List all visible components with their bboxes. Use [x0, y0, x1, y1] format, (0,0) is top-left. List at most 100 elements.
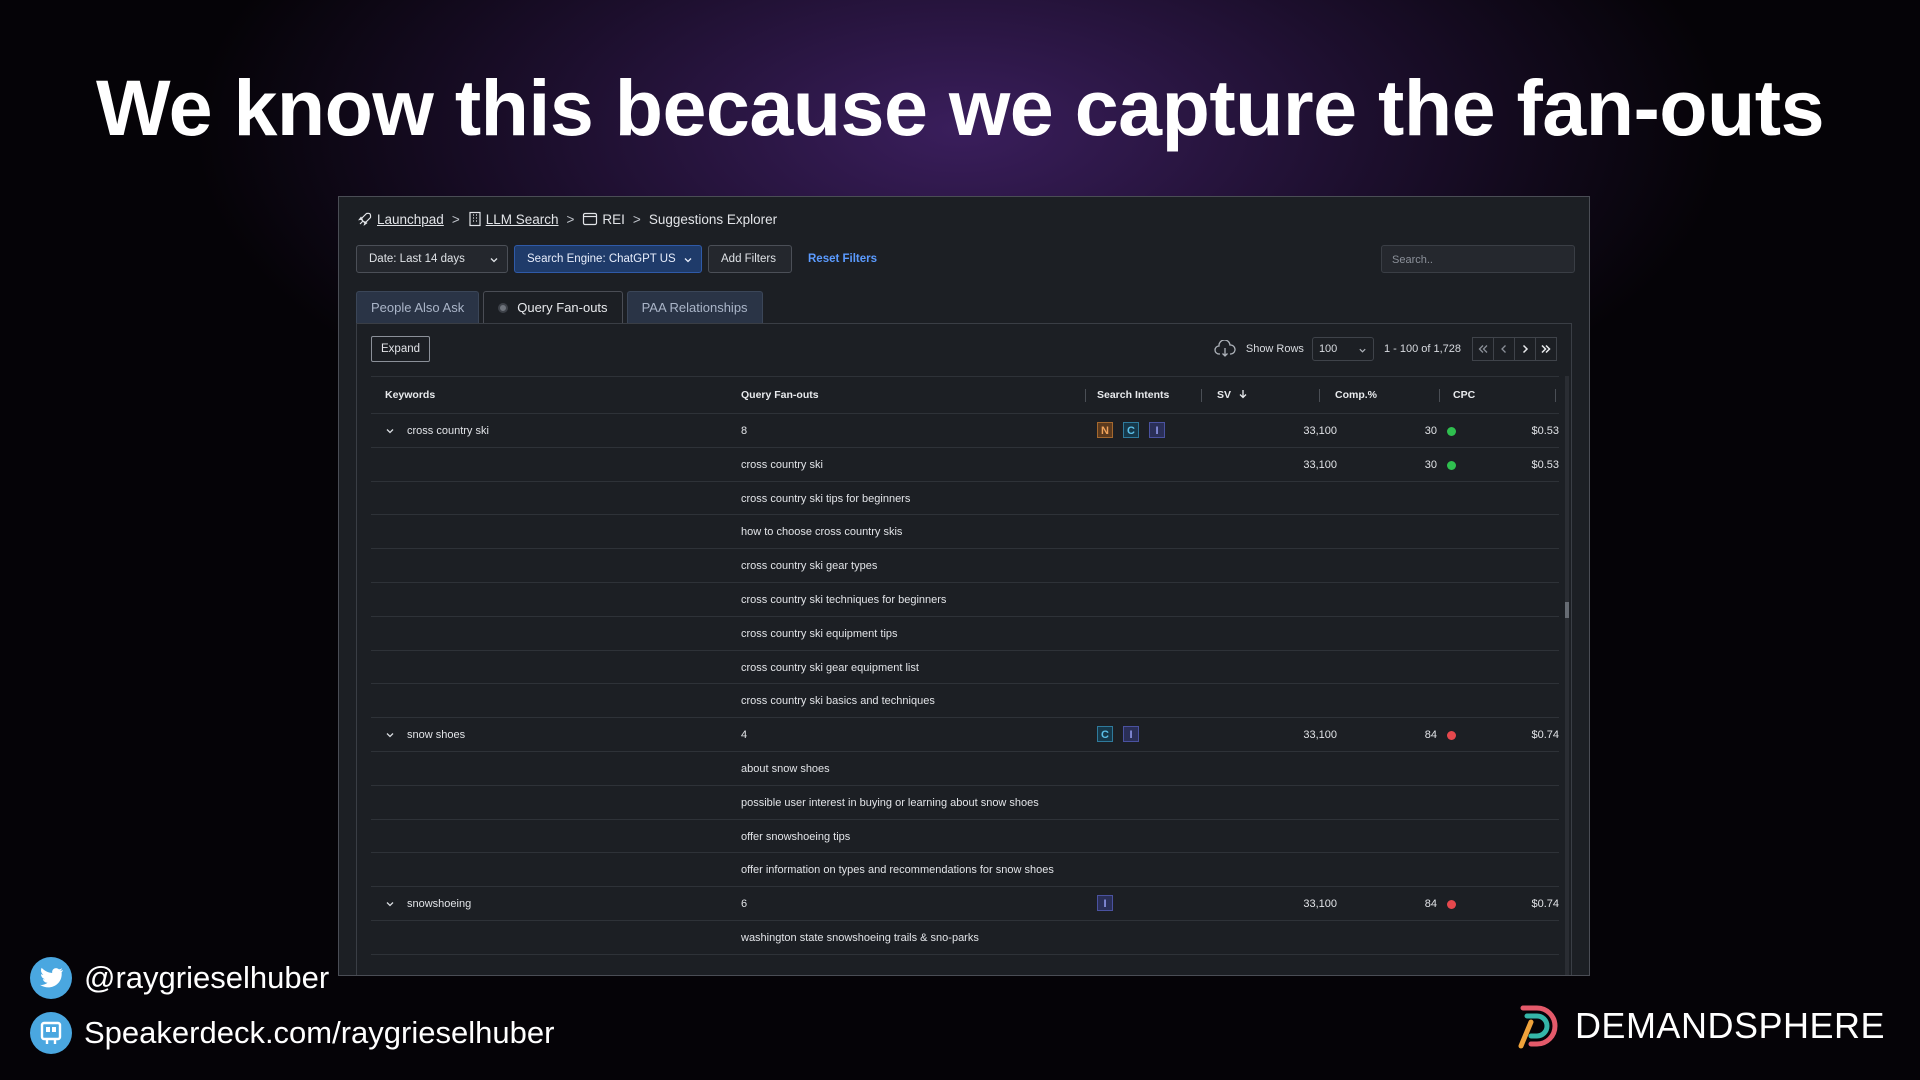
comp-cell: 30 — [1424, 425, 1437, 437]
table-row[interactable]: cross country ski 8 N C I 33,100 30 $0.53 — [371, 414, 1559, 448]
comp-cell: 84 — [1424, 729, 1437, 742]
double-chevron-left-icon — [1478, 345, 1488, 353]
chevron-down-icon — [490, 258, 498, 263]
col-comp[interactable]: Comp.% — [1335, 389, 1377, 401]
rocket-icon — [358, 212, 372, 226]
reset-filters-button[interactable]: Reset Filters — [808, 245, 877, 273]
last-page-button[interactable] — [1535, 337, 1557, 361]
speakerdeck-icon — [30, 1012, 72, 1054]
fanout-cell: offer information on types and recommend… — [741, 864, 1054, 877]
expand-button[interactable]: Expand — [371, 336, 431, 362]
cloud-download-icon[interactable] — [1214, 340, 1236, 358]
comp-cell: 84 — [1424, 898, 1437, 911]
first-page-button[interactable] — [1472, 337, 1494, 361]
chevron-down-icon[interactable] — [385, 730, 395, 740]
table-row: cross country ski tips for beginners — [371, 482, 1559, 516]
col-intents[interactable]: Search Intents — [1097, 389, 1169, 401]
breadcrumb-separator: > — [451, 211, 460, 227]
twitter-handle-text: @raygrieselhuber — [84, 960, 330, 995]
table-row: cross country ski gear equipment list — [371, 651, 1559, 685]
table-row[interactable]: snowshoeing 6 I 33,100 84 $0.74 — [371, 887, 1559, 921]
col-divider — [1555, 389, 1556, 402]
sv-cell: 33,100 — [1303, 729, 1337, 742]
fanout-cell: how to choose cross country skis — [741, 526, 903, 539]
table-row: cross country ski gear types — [371, 549, 1559, 583]
keyword-cell: cross country ski — [407, 425, 489, 437]
fanout-cell: possible user interest in buying or lear… — [741, 796, 1039, 809]
col-cpc[interactable]: CPC — [1453, 389, 1475, 401]
date-dropdown[interactable]: Date: Last 14 days — [356, 245, 508, 273]
tab-paa-relationships[interactable]: PAA Relationships — [626, 291, 763, 323]
fanout-cell: cross country ski tips for beginners — [741, 492, 911, 505]
twitter-handle: @raygrieselhuber — [30, 957, 329, 999]
slide-title: We know this because we capture the fan-… — [95, 63, 1825, 152]
brand-name: DEMANDSPHERE — [1574, 1005, 1885, 1046]
table-body: cross country ski 8 N C I 33,100 30 $0.53 cross … — [371, 414, 1559, 955]
building-icon — [469, 211, 481, 227]
next-page-button[interactable] — [1514, 337, 1536, 361]
pagination: Show Rows 100 1 - 100 of 1,728 — [1214, 336, 1557, 362]
table-row: cross country ski basics and techniques — [371, 684, 1559, 719]
double-chevron-right-icon — [1541, 344, 1551, 354]
arrow-down-icon — [1239, 390, 1247, 399]
add-filters-button[interactable]: Add Filters — [708, 245, 792, 273]
prev-page-button[interactable] — [1493, 337, 1515, 361]
page-range: 1 - 100 of 1,728 — [1383, 343, 1461, 355]
tab-query-fan-outs-label: Query Fan-outs — [517, 299, 608, 315]
table-row: cross country ski techniques for beginne… — [371, 583, 1559, 617]
show-rows-select[interactable]: 100 — [1311, 337, 1374, 361]
fanout-cell: cross country ski gear equipment list — [741, 661, 919, 674]
tab-query-fan-outs[interactable]: Query Fan-outs — [483, 291, 623, 323]
intent-badge-i: I — [1123, 726, 1139, 743]
breadcrumb-rei[interactable]: REI — [602, 212, 625, 227]
table-row: offer snowshoeing tips — [371, 820, 1559, 854]
scrollbar-thumb[interactable] — [1565, 602, 1569, 618]
comp-status-dot — [1447, 900, 1456, 910]
fanout-cell: cross country ski techniques for beginne… — [741, 593, 947, 606]
speakerdeck-text: Speakerdeck.com/raygrieselhuber — [84, 1015, 555, 1050]
table-row: offer information on types and recommend… — [371, 853, 1559, 888]
fanout-cell: 6 — [741, 898, 748, 911]
breadcrumb-llm-search[interactable]: LLM Search — [486, 212, 559, 227]
fanout-cell: 8 — [741, 425, 748, 437]
chevron-right-icon — [1522, 344, 1529, 354]
chevron-down-icon[interactable] — [385, 899, 395, 909]
col-keywords[interactable]: Keywords — [385, 389, 435, 401]
search-engine-dropdown[interactable]: Search Engine: ChatGPT US — [514, 245, 702, 273]
breadcrumb-separator: > — [566, 211, 575, 227]
col-divider — [1085, 389, 1086, 402]
table-row[interactable]: snow shoes 4 C I 33,100 84 $0.74 — [371, 718, 1559, 752]
sv-cell: 33,100 — [1303, 425, 1337, 437]
tab-people-also-ask[interactable]: People Also Ask — [356, 291, 480, 323]
breadcrumb-separator: > — [632, 211, 641, 227]
col-sv[interactable]: SV — [1217, 389, 1248, 401]
table-row: possible user interest in buying or lear… — [371, 786, 1559, 820]
col-fanouts[interactable]: Query Fan-outs — [741, 389, 819, 401]
intent-badge-c: C — [1097, 726, 1113, 743]
table-row: washington state snowshoeing trails & sn… — [371, 921, 1559, 955]
results-panel: Expand Show Rows 100 1 - 100 of 1,728 Ke… — [356, 323, 1572, 975]
scrollbar[interactable] — [1565, 376, 1569, 975]
search-input[interactable]: Search.. — [1381, 245, 1575, 273]
intent-badge-i: I — [1149, 422, 1165, 438]
demandsphere-logo-icon — [1518, 1005, 1558, 1049]
intent-badge-c: C — [1123, 422, 1139, 438]
fanout-cell: cross country ski basics and techniques — [741, 695, 935, 708]
fanout-cell: about snow shoes — [741, 762, 830, 775]
cpc-cell: $0.74 — [1531, 729, 1559, 742]
speakerdeck-link: Speakerdeck.com/raygrieselhuber — [30, 1012, 554, 1054]
breadcrumb-current: Suggestions Explorer — [648, 211, 778, 227]
search-engine-label: Search Engine: ChatGPT US — [527, 253, 676, 265]
sv-cell: 33,100 — [1303, 898, 1337, 911]
twitter-icon — [30, 957, 72, 999]
cpc-cell: $0.53 — [1531, 425, 1559, 437]
breadcrumb-launchpad[interactable]: Launchpad — [377, 212, 444, 227]
chevron-down-icon[interactable] — [385, 426, 395, 436]
col-divider — [1439, 389, 1440, 402]
intents-cell: I — [1097, 895, 1123, 912]
col-divider — [1201, 389, 1202, 402]
fanout-cell: cross country ski equipment tips — [741, 627, 898, 640]
window-icon — [583, 212, 598, 226]
chevron-down-icon — [684, 258, 692, 263]
fanout-cell: 4 — [741, 729, 748, 742]
